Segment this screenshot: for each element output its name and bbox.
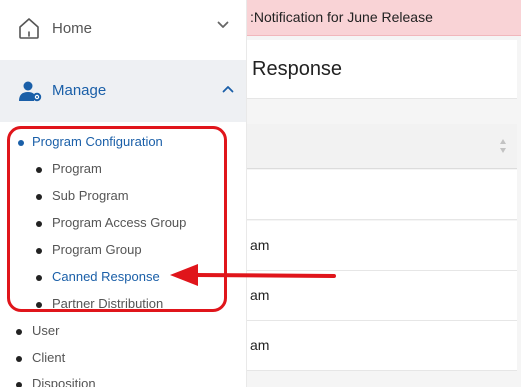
page-title: Response: [252, 58, 343, 80]
sidebar-item-label: User: [32, 323, 60, 338]
sidebar-item-user[interactable]: User: [0, 323, 220, 343]
notification-text: :Notification for June Release: [250, 9, 433, 25]
sidebar-item-disposition[interactable]: Disposition: [0, 376, 220, 387]
sidebar-item-label: Client: [32, 350, 66, 365]
table-cell: am: [250, 237, 270, 253]
chevron-up-icon[interactable]: [222, 85, 234, 93]
sidebar-item-label: Disposition: [32, 376, 96, 387]
table-cell: am: [250, 337, 270, 353]
sidebar-item-label: Manage: [52, 82, 107, 99]
annotation-arrow-icon: [170, 264, 336, 286]
sidebar-item-label: Home: [52, 20, 93, 37]
sidebar-item-client[interactable]: Client: [0, 350, 220, 370]
bullet-icon: [16, 382, 22, 387]
bullet-icon: [16, 329, 22, 335]
chevron-down-icon[interactable]: [217, 21, 229, 29]
bullet-icon: [16, 356, 22, 362]
sidebar-item-manage[interactable]: Manage: [0, 60, 246, 122]
app-root: :Notification for June Release Response …: [0, 0, 521, 387]
sort-icon[interactable]: [499, 138, 507, 154]
sidebar-item-home[interactable]: Home: [0, 0, 246, 58]
home-icon: [19, 18, 39, 39]
user-gear-icon: [19, 81, 42, 102]
